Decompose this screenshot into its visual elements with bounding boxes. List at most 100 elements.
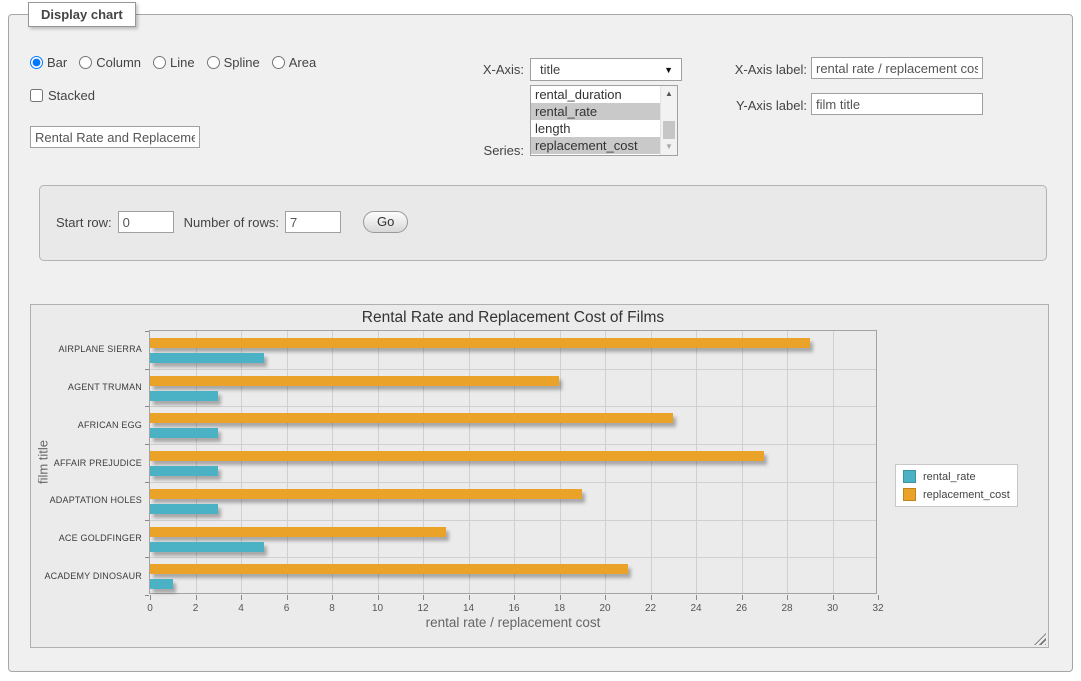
gridline <box>378 331 379 593</box>
bar-rental_rate <box>150 466 218 476</box>
x-tick-mark <box>696 595 697 600</box>
chart-type-option-area[interactable]: Area <box>272 55 316 70</box>
gridline <box>150 444 876 445</box>
series-option-replacement_cost[interactable]: replacement_cost <box>531 137 660 154</box>
chart-container: Rental Rate and Replacement Cost of Film… <box>30 304 1049 648</box>
gridline <box>560 331 561 593</box>
x-tick-mark <box>514 595 515 600</box>
bar-rental_rate <box>150 542 264 552</box>
x-tick-mark <box>787 595 788 600</box>
bar-replacement_cost <box>150 489 582 499</box>
stacked-option[interactable]: Stacked <box>30 88 95 103</box>
chart-type-option-bar[interactable]: Bar <box>30 55 67 70</box>
resize-handle-icon[interactable] <box>1034 633 1046 645</box>
y-tick-mark <box>145 482 149 483</box>
y-tick-mark <box>145 557 149 558</box>
gridline <box>150 520 876 521</box>
chart-type-radio-column[interactable] <box>79 56 92 69</box>
x-tick-label: 18 <box>542 603 578 614</box>
gridline <box>514 331 515 593</box>
legend-swatch <box>903 488 916 501</box>
chart-type-option-spline[interactable]: Spline <box>207 55 260 70</box>
chart-type-radio-bar[interactable] <box>30 56 43 69</box>
x-tick-mark <box>560 595 561 600</box>
chart-type-radio-line[interactable] <box>153 56 166 69</box>
x-axis-label-label: X-Axis label: <box>707 62 807 77</box>
gridline <box>241 331 242 593</box>
gridline <box>150 369 876 370</box>
x-tick-mark <box>150 595 151 600</box>
x-tick-label: 22 <box>633 603 669 614</box>
y-category-label: AGENT TRUMAN <box>28 382 142 392</box>
chart-title-input[interactable] <box>30 126 200 148</box>
series-multiselect[interactable]: rental_durationrental_ratelengthreplacem… <box>530 85 678 156</box>
y-axis-title: film title <box>36 440 51 484</box>
x-axis-select[interactable]: title ▼ <box>530 58 682 81</box>
start-row-input[interactable] <box>118 211 174 233</box>
y-axis-label-input[interactable] <box>811 93 983 115</box>
y-category-label: AIRPLANE SIERRA <box>28 344 142 354</box>
chart-type-option-column[interactable]: Column <box>79 55 141 70</box>
legend-label: rental_rate <box>923 471 976 483</box>
chart-type-radio-spline[interactable] <box>207 56 220 69</box>
x-tick-label: 2 <box>178 603 214 614</box>
series-option-rental_duration[interactable]: rental_duration <box>531 86 660 103</box>
chart-type-option-line[interactable]: Line <box>153 55 195 70</box>
gridline <box>150 406 876 407</box>
scroll-down-icon[interactable]: ▼ <box>661 140 677 154</box>
y-tick-mark <box>145 369 149 370</box>
x-tick-label: 24 <box>678 603 714 614</box>
gridline <box>833 331 834 593</box>
chevron-down-icon: ▼ <box>664 60 673 81</box>
series-options: rental_durationrental_ratelengthreplacem… <box>531 86 677 154</box>
chart-type-label: Bar <box>47 55 67 70</box>
chart-type-label: Area <box>289 55 316 70</box>
series-select-label: Series: <box>439 143 524 158</box>
legend-item: replacement_cost <box>903 488 1010 501</box>
number-of-rows-input[interactable] <box>285 211 341 233</box>
scrollbar-thumb[interactable] <box>663 121 675 139</box>
scroll-up-icon[interactable]: ▲ <box>661 87 677 101</box>
x-tick-label: 14 <box>451 603 487 614</box>
series-option-length[interactable]: length <box>531 120 660 137</box>
y-category-label: ACE GOLDFINGER <box>28 533 142 543</box>
legend-swatch <box>903 470 916 483</box>
y-category-label: ACADEMY DINOSAUR <box>28 571 142 581</box>
scrollbar[interactable]: ▲ ▼ <box>660 86 677 155</box>
series-option-rental_rate[interactable]: rental_rate <box>531 103 660 120</box>
bar-replacement_cost <box>150 413 673 423</box>
go-button[interactable]: Go <box>363 211 408 233</box>
display-chart-panel: Display chart BarColumnLineSplineArea St… <box>8 14 1073 672</box>
chart-type-label: Column <box>96 55 141 70</box>
x-tick-mark <box>423 595 424 600</box>
bar-replacement_cost <box>150 527 446 537</box>
y-category-label: ADAPTATION HOLES <box>28 495 142 505</box>
x-axis-label-input[interactable] <box>811 57 983 79</box>
gridline <box>332 331 333 593</box>
gridline <box>150 557 876 558</box>
gridline <box>787 331 788 593</box>
x-tick-label: 32 <box>860 603 896 614</box>
chart-type-radio-area[interactable] <box>272 56 285 69</box>
x-tick-mark <box>196 595 197 600</box>
gridline <box>651 331 652 593</box>
x-tick-mark <box>469 595 470 600</box>
y-tick-mark <box>145 406 149 407</box>
y-tick-mark <box>145 520 149 521</box>
stacked-checkbox[interactable] <box>30 89 43 102</box>
bar-rental_rate <box>150 391 218 401</box>
chart-type-options: Bar Column Line Spline Area <box>30 55 316 70</box>
gridline <box>742 331 743 593</box>
gridline <box>605 331 606 593</box>
x-tick-mark <box>287 595 288 600</box>
x-tick-label: 28 <box>769 603 805 614</box>
x-tick-mark <box>605 595 606 600</box>
chart-type-label: Spline <box>224 55 260 70</box>
gridline <box>150 482 876 483</box>
x-tick-label: 26 <box>724 603 760 614</box>
x-axis-selected-value: title <box>540 62 560 77</box>
bar-rental_rate <box>150 579 173 589</box>
start-row-label: Start row: <box>56 215 112 230</box>
bar-replacement_cost <box>150 564 628 574</box>
x-tick-label: 8 <box>314 603 350 614</box>
